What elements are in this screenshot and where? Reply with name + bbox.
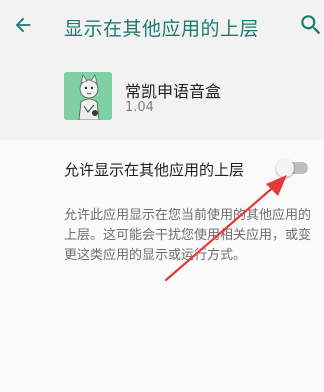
allow-overlay-toggle[interactable] [276,159,310,177]
app-bar: 显示在其他应用的上层 [0,0,324,52]
search-button[interactable] [298,12,324,38]
toggle-thumb [276,159,294,177]
back-button[interactable] [8,10,38,40]
setting-description: 允许此应用显示在您当前使用的其他应用的上层。这可能会干扰您使用相关应用，或变更这… [64,208,312,263]
search-icon [301,15,321,35]
app-name: 常凯申语音盒 [125,82,222,101]
arrow-left-icon [15,17,31,33]
app-icon [64,72,112,120]
allow-overlay-setting-row[interactable]: 允许显示在其他应用的上层 [0,140,324,196]
app-info-header: 常凯申语音盒 1.04 [0,52,324,140]
page-title: 显示在其他应用的上层 [64,18,260,40]
allow-overlay-label: 允许显示在其他应用的上层 [64,161,245,179]
app-version: 1.04 [125,100,154,115]
